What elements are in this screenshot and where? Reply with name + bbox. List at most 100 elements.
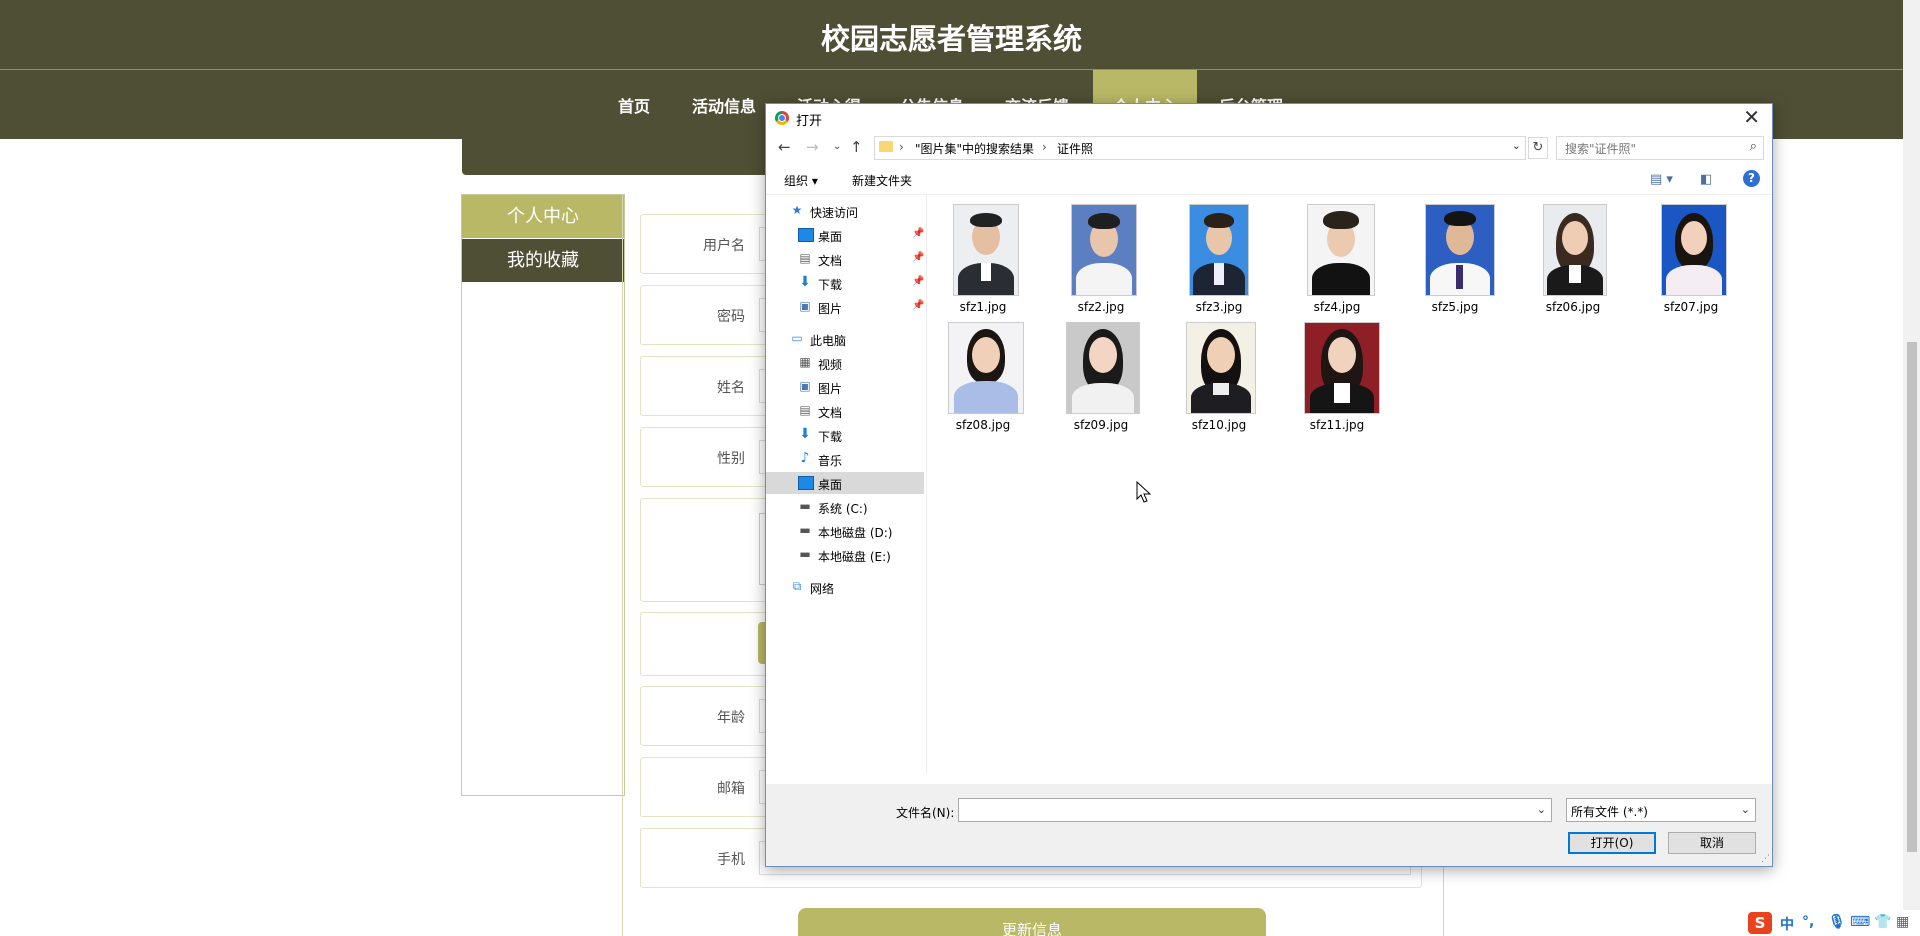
navigation-pane: ★ 快速访问 桌面 📌 ▤ 文档 📌 ⬇ 下载 📌 ▣ 图片 📌 ▭ 此电脑 ▦… [766,194,927,774]
refresh-icon[interactable]: ↻ [1528,137,1548,159]
pictures-icon: ▣ [799,299,811,313]
pin-icon: 📌 [912,228,925,239]
sidebar-item-favorites[interactable]: 我的收藏 [462,239,624,282]
forward-arrow-icon[interactable]: → [806,138,819,156]
file-name: sfz09.jpg [1073,418,1129,432]
microphone-icon[interactable]: 🎙 [1828,914,1846,930]
tree-drive-c[interactable]: ▬ 系统 (C:) [766,496,924,518]
open-button[interactable]: 打开(O) [1568,832,1656,854]
tree-qa-documents[interactable]: ▤ 文档 📌 [766,248,924,270]
pictures-icon: ▣ [799,379,811,393]
skin-icon[interactable]: 👕 [1874,914,1891,930]
tree-label: 桌面 [818,478,843,492]
tree-pc-downloads[interactable]: ⬇ 下载 [766,424,924,446]
nav-activities[interactable]: 活动信息 [692,93,756,117]
search-placeholder: 搜索"证件照" [1565,142,1637,156]
breadcrumb-separator-icon: › [899,140,904,154]
file-item-sfz2[interactable]: sfz2.jpg [1046,204,1156,316]
dialog-footer: 文件名(N): ⌄ 所有文件 (*.*) ⌄ 打开(O) 取消 [766,784,1772,866]
update-info-button[interactable]: 更新信息 [798,908,1266,936]
music-icon: ♪ [800,450,810,466]
photo-thumbnail [1304,322,1380,414]
ime-punctuation[interactable]: °, [1802,914,1814,930]
filename-label: 文件名(N): [896,806,955,820]
chevron-down-icon[interactable]: ⌄ [1512,139,1521,152]
help-icon[interactable]: ? [1743,170,1760,187]
breadcrumb-search-results[interactable]: "图片集"中的搜索结果 [915,140,1034,157]
new-folder-button[interactable]: 新建文件夹 [852,172,912,189]
file-item-sfz4[interactable]: sfz4.jpg [1282,204,1392,316]
photo-thumbnail [1425,204,1495,296]
chevron-down-icon[interactable]: ⌄ [1537,803,1546,816]
toolbox-icon[interactable]: ▦ [1896,914,1909,930]
sidebar-item-personal-center[interactable]: 个人中心 [462,195,624,238]
tree-pc-pictures[interactable]: ▣ 图片 [766,376,924,398]
filename-input[interactable]: ⌄ [958,798,1552,822]
sogou-logo-icon[interactable]: S [1748,912,1772,934]
file-name: sfz2.jpg [1077,300,1125,314]
close-icon[interactable]: ✕ [1743,105,1760,129]
tree-pc-videos[interactable]: ▦ 视频 [766,352,924,374]
video-icon: ▦ [799,355,811,369]
network-icon: ⧉ [792,579,802,593]
cancel-button[interactable]: 取消 [1668,832,1756,854]
preview-pane-icon[interactable]: ◧ [1700,172,1712,187]
page-scrollbar[interactable] [1903,0,1920,936]
tree-label: 快速访问 [810,206,859,220]
tree-this-pc[interactable]: ▭ 此电脑 [766,328,924,350]
tree-drive-e[interactable]: ▬ 本地磁盘 (E:) [766,544,924,566]
resize-grip-icon[interactable]: ⋰ [1761,854,1770,864]
tree-label: 系统 (C:) [818,502,868,516]
site-title: 校园志愿者管理系统 [820,22,1082,56]
tree-label: 音乐 [818,454,843,468]
file-type-select[interactable]: 所有文件 (*.*) ⌄ [1566,798,1756,822]
drive-icon: ▬ [799,523,811,537]
file-item-sfz08[interactable]: sfz08.jpg [928,322,1038,434]
tree-label: 文档 [818,406,843,420]
document-icon: ▤ [799,251,811,265]
tree-label: 视频 [818,358,843,372]
file-item-sfz3[interactable]: sfz3.jpg [1164,204,1274,316]
file-item-sfz5[interactable]: sfz5.jpg [1400,204,1510,316]
star-icon: ★ [791,203,803,217]
breadcrumb-separator-icon: › [1042,140,1047,154]
search-input[interactable]: 搜索"证件照" ⌕ [1556,136,1764,160]
file-item-sfz1[interactable]: sfz1.jpg [928,204,1038,316]
tree-drive-d[interactable]: ▬ 本地磁盘 (D:) [766,520,924,542]
desktop-icon [798,476,814,490]
file-item-sfz06[interactable]: sfz06.jpg [1518,204,1628,316]
tree-qa-pictures[interactable]: ▣ 图片 📌 [766,296,924,318]
file-item-sfz09[interactable]: sfz09.jpg [1046,322,1156,434]
download-icon: ⬇ [799,426,811,442]
file-type-value: 所有文件 (*.*) [1571,805,1648,819]
tree-label: 图片 [818,302,843,316]
recent-chevron-icon[interactable]: ⌄ [833,141,841,152]
organize-button[interactable]: 组织 ▾ [784,172,818,189]
file-item-sfz07[interactable]: sfz07.jpg [1636,204,1746,316]
file-item-sfz10[interactable]: sfz10.jpg [1164,322,1274,434]
tree-quick-access[interactable]: ★ 快速访问 [766,200,924,222]
breadcrumb-id-photos[interactable]: 证件照 [1057,140,1093,157]
nav-home[interactable]: 首页 [618,93,650,117]
tree-pc-desktop[interactable]: 桌面 [766,472,924,494]
pin-icon: 📌 [912,252,925,263]
ime-mode[interactable]: 中 [1780,914,1794,934]
address-bar[interactable]: › "图片集"中的搜索结果 › 证件照 ⌄ [874,136,1526,160]
tree-network[interactable]: ⧉ 网络 [766,576,924,598]
pin-icon: 📌 [912,300,925,311]
scrollbar-thumb[interactable] [1907,342,1917,852]
computer-icon: ▭ [791,331,803,345]
tree-qa-downloads[interactable]: ⬇ 下载 📌 [766,272,924,294]
tree-label: 图片 [818,382,843,396]
keyboard-icon[interactable]: ⌨ [1850,914,1870,930]
tree-pc-music[interactable]: ♪ 音乐 [766,448,924,470]
file-item-sfz11[interactable]: sfz11.jpg [1282,322,1392,434]
view-options-icon[interactable]: ▤ ▾ [1650,172,1673,187]
chevron-down-icon[interactable]: ⌄ [1741,803,1750,816]
photo-thumbnail [953,204,1019,296]
up-arrow-icon[interactable]: ↑ [850,138,863,156]
tree-pc-documents[interactable]: ▤ 文档 [766,400,924,422]
tree-qa-desktop[interactable]: 桌面 📌 [766,224,924,246]
back-arrow-icon[interactable]: ← [778,138,791,156]
file-grid: sfz1.jpg sfz2.jpg sfz3.jpg sfz4.jpg sfz5… [928,204,1768,774]
